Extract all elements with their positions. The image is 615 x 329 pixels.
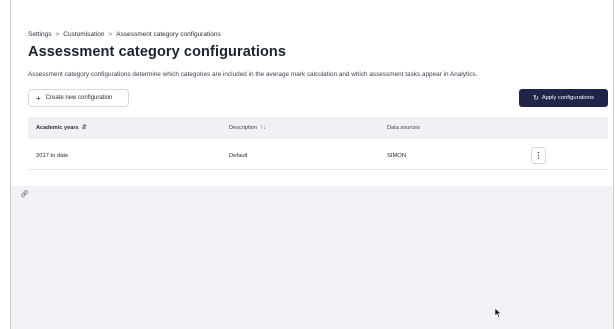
table-header: Academic years ⇵ Description ↑↓ Data sourc… <box>28 117 608 139</box>
column-header-data-sources: Data sources <box>387 117 420 139</box>
pointer-cursor-icon <box>494 308 502 318</box>
table-row[interactable]: 2017 to date Default SIMON ⋮ <box>28 142 608 170</box>
column-header-description[interactable]: Description ↑↓ <box>229 117 266 139</box>
column-label: Description <box>229 125 257 131</box>
cell-data-sources: SIMON <box>387 153 407 159</box>
breadcrumb-customisation[interactable]: Customisation <box>63 31 104 38</box>
sort-icon[interactable]: ↑↓ <box>260 125 266 131</box>
column-header-academic-years[interactable]: Academic years ⇵ <box>36 117 87 139</box>
cell-description: Default <box>229 153 248 159</box>
refresh-icon: ↻ <box>532 95 539 102</box>
column-label: Data sources <box>387 125 420 131</box>
create-configuration-label: Create new configuration <box>45 95 113 101</box>
link-icon: 🔗︎ <box>20 191 29 198</box>
empty-area <box>11 186 613 329</box>
breadcrumb-settings[interactable]: Settings <box>28 31 52 38</box>
create-configuration-button[interactable]: + Create new configuration <box>28 89 129 107</box>
column-label: Academic years <box>36 125 79 131</box>
page-title: Assessment category configurations <box>28 44 287 60</box>
plus-icon: + <box>36 93 41 103</box>
breadcrumb-separator: > <box>108 31 113 38</box>
kebab-icon[interactable]: ⋮ <box>531 147 546 164</box>
breadcrumb-current: Assessment category configurations <box>116 31 221 38</box>
sort-desc-icon[interactable]: ⇵ <box>82 125 87 131</box>
apply-configurations-button[interactable]: ↻ Apply configurations <box>519 89 608 107</box>
cell-academic-years: 2017 to date <box>36 153 69 159</box>
breadcrumb: Settings > Customisation > Assessment catego… <box>28 31 221 38</box>
apply-configurations-label: Apply configurations <box>541 95 595 101</box>
page-description: Assessment category configurations deter… <box>28 71 478 78</box>
breadcrumb-separator: > <box>55 31 60 38</box>
